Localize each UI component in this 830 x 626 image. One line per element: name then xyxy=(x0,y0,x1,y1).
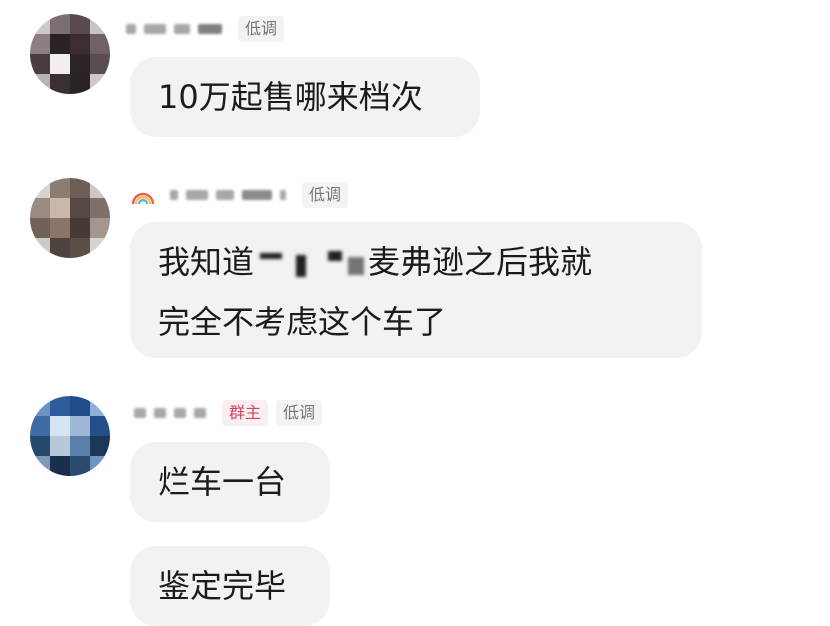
sender-name-redacted xyxy=(170,190,286,200)
message-bubble[interactable]: 烂车一台 xyxy=(130,442,330,522)
sender-name-redacted xyxy=(134,408,206,418)
avatar[interactable] xyxy=(30,178,110,258)
tag-low-key: 低调 xyxy=(238,16,285,42)
tag-low-key: 低调 xyxy=(302,182,349,208)
avatar[interactable] xyxy=(30,396,110,476)
message-bubble[interactable]: 10万起售哪来档次 xyxy=(130,57,480,137)
message-line-2: 完全不考虑这个车了 xyxy=(158,303,447,341)
tag-group-owner: 群主 xyxy=(222,400,269,426)
tag-low-key: 低调 xyxy=(276,400,323,426)
sender-meta: 低调 xyxy=(130,180,356,210)
avatar[interactable] xyxy=(30,14,110,94)
message-text: 烂车一台 xyxy=(158,463,287,501)
message-text: 麦弗逊之后我就 xyxy=(368,243,593,281)
sender-meta: 群主 低调 xyxy=(134,398,330,428)
message-text: 10万起售哪来档次 xyxy=(158,78,423,116)
message-line-1: 我知道 麦弗逊之后我就 xyxy=(158,232,674,292)
message-text: 鉴定完毕 xyxy=(158,567,287,605)
message-bubble[interactable]: 我知道 麦弗逊之后我就 完全不考虑这个车了 xyxy=(130,222,702,358)
message-text: 我知道 xyxy=(158,243,255,281)
rainbow-icon xyxy=(130,182,156,208)
sender-name-redacted xyxy=(126,24,222,34)
message-bubble[interactable]: 鉴定完毕 xyxy=(130,546,330,626)
redaction-mark xyxy=(256,249,366,279)
sender-meta: 低调 xyxy=(126,14,292,44)
